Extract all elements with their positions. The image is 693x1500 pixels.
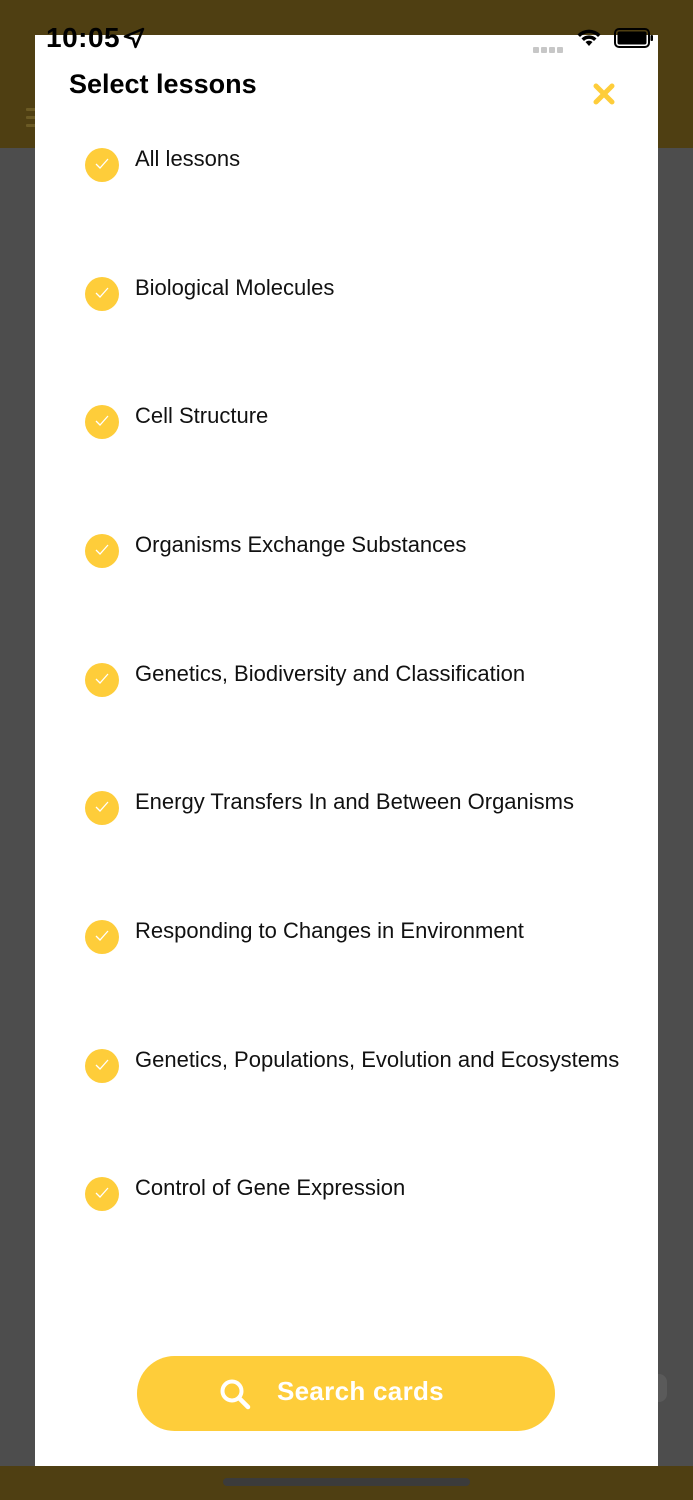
search-cards-button[interactable]: Search cards bbox=[137, 1356, 555, 1431]
lesson-label: Responding to Changes in Environment bbox=[135, 918, 524, 943]
status-bar: 10:05 bbox=[0, 0, 693, 60]
checkmark-icon bbox=[85, 148, 119, 182]
battery-icon bbox=[614, 28, 653, 48]
sheet-title: Select lessons bbox=[69, 69, 257, 99]
lesson-label: Energy Transfers In and Between Organism… bbox=[135, 789, 574, 814]
lesson-label: Genetics, Biodiversity and Classificatio… bbox=[135, 661, 526, 686]
select-lessons-sheet: Select lessons All lessons Biological Mo… bbox=[35, 35, 658, 1466]
checkmark-icon bbox=[85, 663, 119, 697]
close-icon[interactable] bbox=[590, 80, 618, 108]
wifi-icon bbox=[577, 29, 601, 46]
checkmark-icon bbox=[85, 791, 119, 825]
lesson-label: Organisms Exchange Substances bbox=[135, 532, 467, 557]
home-indicator bbox=[223, 1478, 470, 1486]
search-icon bbox=[220, 1379, 251, 1410]
search-button-label: Search cards bbox=[277, 1376, 444, 1406]
checkmark-icon bbox=[85, 1049, 119, 1083]
lesson-label: Biological Molecules bbox=[135, 275, 335, 300]
lesson-label: Cell Structure bbox=[135, 403, 269, 428]
location-arrow-icon bbox=[123, 27, 145, 49]
background-edge-button bbox=[657, 1374, 667, 1402]
checkmark-icon bbox=[85, 405, 119, 439]
checkmark-icon bbox=[85, 534, 119, 568]
lesson-label: Genetics, Populations, Evolution and Eco… bbox=[135, 1047, 620, 1072]
cellular-signal-icon bbox=[533, 40, 565, 53]
checkmark-icon bbox=[85, 1177, 119, 1211]
checkmark-icon bbox=[85, 277, 119, 311]
lesson-label: All lessons bbox=[135, 146, 241, 171]
status-time: 10:05 bbox=[46, 22, 121, 53]
lesson-label: Control of Gene Expression bbox=[135, 1175, 406, 1200]
checkmark-icon bbox=[85, 920, 119, 954]
